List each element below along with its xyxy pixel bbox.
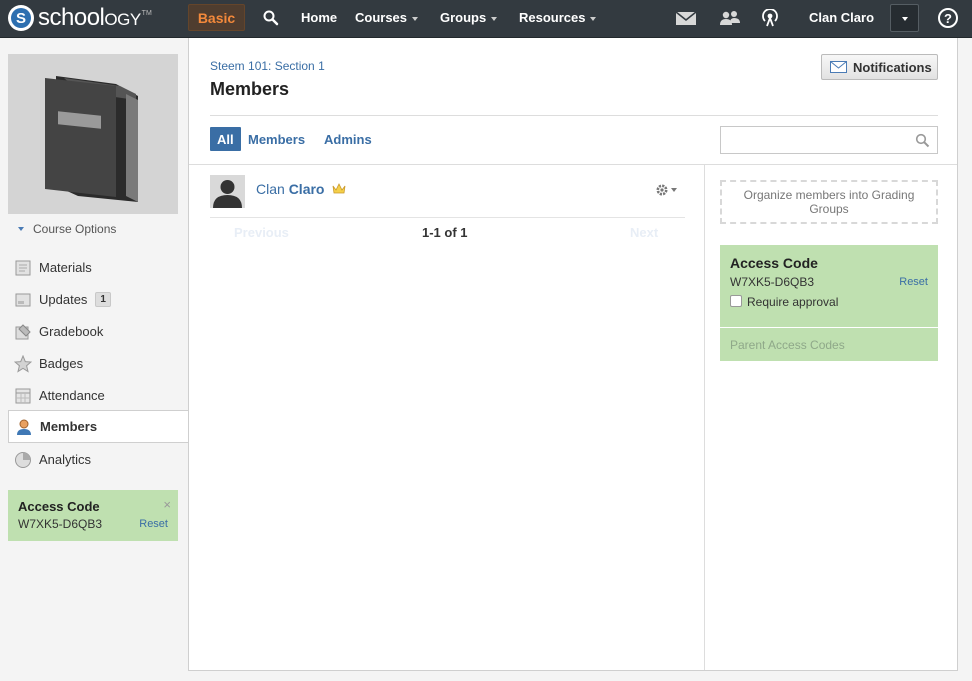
- sidebar-access-code-reset-link[interactable]: Reset: [139, 518, 168, 530]
- course-options-label: Course Options: [33, 222, 117, 236]
- nav-resources-menu[interactable]: Resources: [519, 10, 597, 25]
- gear-icon: [656, 184, 668, 196]
- sidebar-item-analytics[interactable]: Analytics: [8, 443, 189, 476]
- connections-people-icon[interactable]: [719, 9, 741, 27]
- sidebar-item-label: Updates: [39, 292, 88, 307]
- access-code-panel: Access Code W7XK5-D6QB3 Reset Require ap…: [720, 245, 938, 327]
- access-code-reset-link[interactable]: Reset: [899, 276, 928, 288]
- logo-trademark: TM: [141, 10, 152, 17]
- pager-previous-link[interactable]: Previous: [234, 225, 289, 240]
- page-title: Members: [210, 79, 290, 99]
- admin-crown-icon: [332, 183, 346, 194]
- course-profile-image[interactable]: [8, 54, 178, 214]
- sidebar-item-badges[interactable]: Badges: [8, 347, 189, 380]
- column-divider: [704, 165, 705, 670]
- require-approval-checkbox[interactable]: [730, 294, 742, 307]
- chevron-down-icon: [590, 16, 597, 21]
- require-approval-row[interactable]: Require approval: [730, 294, 928, 309]
- updates-icon: [13, 290, 33, 310]
- member-search-input[interactable]: [720, 126, 938, 154]
- chevron-down-icon: [412, 16, 419, 21]
- search-icon[interactable]: [262, 9, 280, 27]
- member-list-item: Clan Claro: [210, 175, 685, 217]
- course-options-toggle[interactable]: Course Options: [18, 222, 116, 236]
- divider: [210, 115, 938, 116]
- members-icon: [14, 417, 34, 437]
- sidebar-access-code-title: Access Code: [18, 499, 100, 514]
- top-navigation-bar: S schoology TM Basic Home Courses Groups…: [0, 0, 972, 38]
- gradebook-icon: [13, 322, 33, 342]
- breadcrumb-course-link[interactable]: Steem 101: Section 1: [210, 59, 325, 73]
- member-options-gear-button[interactable]: [655, 183, 677, 197]
- divider: [210, 217, 685, 218]
- nav-courses-label: Courses: [355, 10, 408, 25]
- materials-icon: [13, 258, 33, 278]
- nav-home-link[interactable]: Home: [301, 10, 337, 25]
- tab-members[interactable]: Members: [248, 127, 305, 151]
- organize-grading-groups-button[interactable]: Organize members into Grading Groups: [720, 180, 938, 224]
- avatar[interactable]: [210, 175, 245, 208]
- schoology-s-logo-icon: S: [8, 5, 34, 31]
- search-icon[interactable]: [915, 133, 930, 148]
- notifications-button[interactable]: Notifications: [821, 54, 938, 80]
- chevron-down-icon: [18, 226, 24, 231]
- logo-text-school: school: [38, 4, 105, 31]
- default-user-avatar-icon: [213, 180, 242, 208]
- sidebar-item-label: Members: [40, 419, 98, 434]
- nav-resources-label: Resources: [519, 10, 586, 25]
- nav-groups-label: Groups: [440, 10, 487, 25]
- tab-all[interactable]: All: [210, 127, 241, 151]
- sidebar-item-attendance[interactable]: Attendance: [8, 379, 189, 412]
- sidebar-item-label: Badges: [39, 356, 84, 371]
- pager-count: 1-1 of 1: [422, 225, 468, 240]
- parent-access-codes-link[interactable]: Parent Access Codes: [720, 328, 938, 361]
- help-question-icon[interactable]: ?: [938, 8, 958, 28]
- basic-upgrade-button[interactable]: Basic: [188, 4, 245, 31]
- analytics-pie-icon: [13, 450, 33, 470]
- chevron-down-icon: [902, 17, 908, 21]
- sidebar-access-code-panel: Access Code W7XK5-D6QB3 Reset ×: [8, 490, 178, 541]
- require-approval-label: Require approval: [747, 295, 839, 309]
- member-first-name: Clan: [256, 181, 285, 197]
- schoology-logo[interactable]: S schoology TM: [8, 4, 152, 32]
- access-code-title: Access Code: [730, 255, 818, 271]
- pager-next-link[interactable]: Next: [630, 225, 658, 240]
- chevron-down-icon: [671, 188, 677, 192]
- close-icon[interactable]: ×: [163, 497, 171, 512]
- sidebar-item-label: Materials: [39, 260, 92, 275]
- main-content-panel: Steem 101: Section 1 Members Notificatio…: [188, 38, 958, 671]
- sidebar-item-gradebook[interactable]: Gradebook: [8, 315, 189, 348]
- chevron-down-icon: [491, 16, 498, 21]
- sidebar-item-materials[interactable]: Materials: [8, 251, 189, 284]
- envelope-icon: [830, 61, 847, 73]
- sidebar-item-members[interactable]: Members: [8, 410, 190, 443]
- member-last-name: Claro: [288, 181, 325, 197]
- attendance-icon: [13, 386, 33, 406]
- badge-star-icon: [13, 354, 33, 374]
- user-menu-name[interactable]: Clan Claro: [809, 10, 874, 25]
- notifications-broadcast-icon[interactable]: [759, 9, 781, 27]
- book-icon: [45, 76, 138, 202]
- logo-text-ogy: ogy: [104, 4, 141, 31]
- divider: [189, 164, 957, 165]
- user-menu-dropdown-button[interactable]: [890, 4, 919, 32]
- sidebar-item-label: Attendance: [39, 388, 105, 403]
- sidebar-item-updates[interactable]: Updates 1: [8, 283, 189, 316]
- sidebar-item-label: Analytics: [39, 452, 92, 467]
- tab-admins[interactable]: Admins: [324, 127, 372, 151]
- nav-courses-menu[interactable]: Courses: [355, 10, 419, 25]
- member-name-link[interactable]: Clan Claro: [256, 181, 346, 197]
- notifications-button-label: Notifications: [853, 59, 932, 75]
- updates-count-badge: 1: [95, 292, 111, 307]
- messages-envelope-icon[interactable]: [675, 9, 697, 27]
- sidebar-item-label: Gradebook: [39, 324, 104, 339]
- nav-groups-menu[interactable]: Groups: [440, 10, 498, 25]
